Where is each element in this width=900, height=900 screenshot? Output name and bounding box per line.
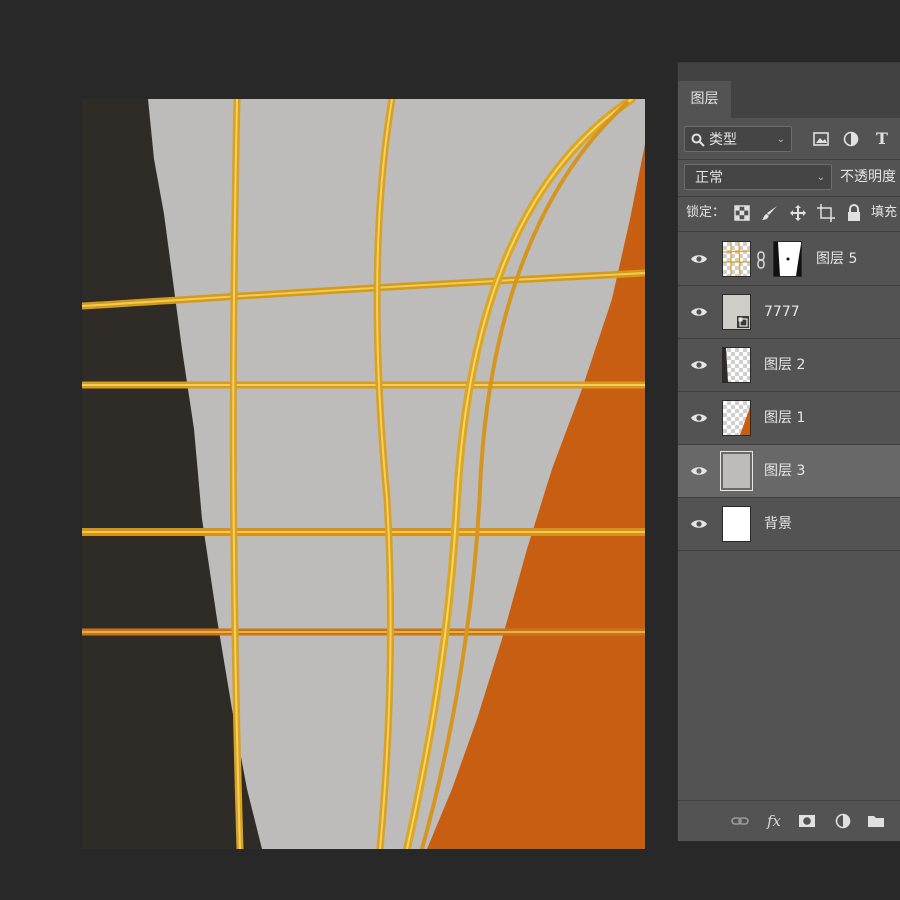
layer-row[interactable]: 7777 [678, 286, 900, 339]
blend-row: 正常 ⌄ 不透明度 [678, 164, 900, 192]
eye-icon[interactable] [690, 409, 708, 427]
lock-transparent-icon[interactable] [732, 203, 752, 223]
smart-object-icon [737, 316, 749, 328]
new-group-icon[interactable] [866, 811, 886, 831]
chevron-down-icon: ⌄ [816, 172, 825, 183]
tab-layers[interactable]: 图层 [678, 81, 731, 118]
layer-thumbnail [723, 454, 750, 488]
filter-row: 类型 ⌄ T [678, 126, 900, 156]
document-canvas[interactable] [82, 99, 645, 849]
eye-icon[interactable] [690, 356, 708, 374]
layer-row[interactable]: 背景 [678, 498, 900, 551]
thumbnail-art [740, 407, 750, 435]
lock-artboard-icon[interactable] [816, 203, 836, 223]
filter-kind-value: 类型 [709, 132, 737, 148]
layer-name[interactable]: 图层 3 [764, 445, 805, 498]
layer-name[interactable]: 图层 5 [816, 233, 857, 286]
layer-row[interactable]: 图层 1 [678, 392, 900, 445]
fill-label: 填充 [871, 205, 898, 220]
layer-thumbnail [722, 506, 751, 542]
mask-art [774, 242, 801, 276]
layer-row-selected[interactable]: 图层 3 [678, 445, 900, 498]
lock-row: 锁定： 填充 [678, 200, 900, 226]
eye-icon[interactable] [690, 303, 708, 321]
blend-mode-value: 正常 [695, 170, 723, 186]
layer-name[interactable]: 7777 [764, 286, 800, 339]
divider [678, 159, 900, 160]
search-icon [691, 133, 705, 147]
divider [678, 196, 900, 197]
layer-thumbnail [722, 347, 751, 383]
adjustment-filter-icon[interactable] [841, 129, 861, 149]
layer-thumbnail [722, 294, 751, 330]
eye-icon[interactable] [690, 250, 708, 268]
lock-move-icon[interactable] [788, 203, 808, 223]
fx-icon[interactable]: fx [764, 811, 784, 831]
link-layers-icon[interactable] [730, 811, 750, 831]
layer-thumbnail-frame [720, 451, 753, 491]
layer-mask-thumbnail[interactable] [773, 241, 802, 277]
panel-tab-bar: 图层 [678, 63, 900, 118]
eye-icon[interactable] [690, 462, 708, 480]
image-filter-icon[interactable] [811, 129, 831, 149]
opacity-label: 不透明度 [840, 169, 896, 185]
link-chain-icon[interactable] [756, 251, 766, 269]
layer-row[interactable]: 图层 2 [678, 339, 900, 392]
adjustment-layer-icon[interactable] [833, 811, 853, 831]
lock-paint-icon[interactable] [760, 203, 780, 223]
layer-name[interactable]: 图层 2 [764, 339, 805, 392]
layer-thumbnail [722, 400, 751, 436]
layers-panel: 图层 类型 ⌄ T 正常 ⌄ 不透明度 锁定： 填充 图层 5 7777 图层 … [677, 62, 900, 841]
filter-kind-select[interactable]: 类型 ⌄ [684, 126, 792, 152]
layer-list: 图层 5 7777 图层 2 图层 1 图层 3 背景 [678, 233, 900, 553]
layer-name[interactable]: 背景 [764, 498, 792, 551]
type-filter-icon[interactable]: T [872, 129, 892, 149]
blend-mode-select[interactable]: 正常 ⌄ [684, 164, 832, 190]
eye-icon[interactable] [690, 515, 708, 533]
thumbnail-art [723, 348, 728, 382]
divider [678, 231, 900, 232]
layer-thumbnail [722, 241, 751, 277]
lock-all-icon[interactable] [844, 203, 864, 223]
lock-label: 锁定： [686, 205, 726, 220]
artwork [82, 99, 645, 849]
thumbnail-art [722, 241, 751, 277]
panel-footer: fx [678, 800, 900, 841]
chevron-down-icon: ⌄ [776, 134, 785, 145]
layer-name[interactable]: 图层 1 [764, 392, 805, 445]
add-mask-icon[interactable] [797, 811, 817, 831]
layer-row[interactable]: 图层 5 [678, 233, 900, 286]
